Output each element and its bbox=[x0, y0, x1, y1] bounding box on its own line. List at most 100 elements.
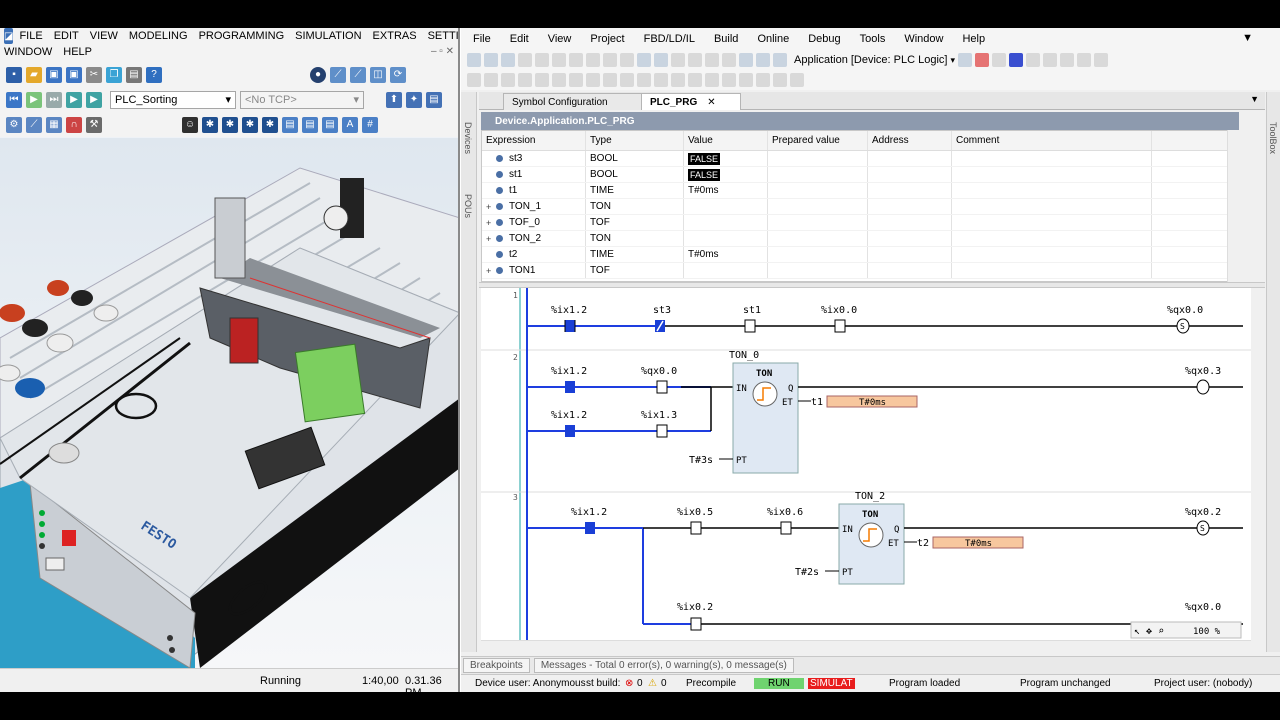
jog-icon[interactable]: ✦ bbox=[406, 91, 422, 108]
bookmark-next-icon[interactable] bbox=[688, 53, 702, 67]
col-type[interactable]: Type bbox=[586, 131, 684, 150]
ld-comment-icon[interactable] bbox=[705, 73, 719, 87]
ld-insert-coil-icon[interactable] bbox=[501, 73, 515, 87]
open-folder-icon[interactable]: ▰ bbox=[26, 66, 42, 83]
table-row[interactable]: + TOF_0 TOF bbox=[482, 215, 1230, 231]
wrench-icon[interactable]: ⚒ bbox=[86, 116, 102, 133]
toolbox-side-tab[interactable]: ToolBox bbox=[1268, 122, 1278, 154]
play-icon[interactable]: ▶ bbox=[26, 91, 42, 108]
menu-help[interactable]: Help bbox=[962, 33, 985, 45]
3d-viewport[interactable]: FESTO bbox=[0, 138, 458, 668]
table-row[interactable]: + TON_2 TON bbox=[482, 231, 1230, 247]
window-controls-icon[interactable]: – ▫ ✕ bbox=[431, 46, 454, 57]
cut-icon[interactable]: ✂ bbox=[86, 66, 102, 83]
copy-icon[interactable] bbox=[586, 53, 600, 67]
menu-tools[interactable]: Tools bbox=[860, 33, 886, 45]
filter-icon[interactable]: ▼ bbox=[1242, 32, 1253, 44]
contact-ix1-2-a[interactable] bbox=[565, 381, 575, 393]
prepared-value-cell[interactable] bbox=[768, 215, 868, 230]
open-project-icon[interactable] bbox=[484, 53, 498, 67]
ld-output-icon[interactable] bbox=[688, 73, 702, 87]
coil-qx0-2[interactable]: S bbox=[1196, 520, 1210, 536]
ld-insert-jump-icon[interactable] bbox=[552, 73, 566, 87]
expand-icon[interactable]: + bbox=[486, 266, 496, 276]
table-row[interactable]: st1 BOOL FALSE bbox=[482, 167, 1230, 183]
expand-icon[interactable]: + bbox=[486, 234, 496, 244]
delete-icon[interactable] bbox=[620, 53, 634, 67]
col-value[interactable]: Value bbox=[684, 131, 768, 150]
bug-2-icon[interactable]: ✱ bbox=[222, 116, 238, 133]
menu-modeling[interactable]: MODELING bbox=[129, 30, 188, 42]
find-icon[interactable] bbox=[637, 53, 651, 67]
redo-icon[interactable] bbox=[552, 53, 566, 67]
tab-breakpoints[interactable]: Breakpoints bbox=[463, 658, 530, 673]
table-row[interactable]: t2 TIME T#0ms bbox=[482, 247, 1230, 263]
tab-messages[interactable]: Messages - Total 0 error(s), 0 warning(s… bbox=[533, 658, 794, 673]
contact-ix0-6[interactable] bbox=[780, 521, 792, 535]
devices-side-tab[interactable]: Devices bbox=[463, 122, 473, 154]
coil-qx0-0[interactable]: S bbox=[1176, 318, 1190, 334]
contact-ix1-2[interactable] bbox=[564, 320, 576, 332]
chart-2-icon[interactable]: ⟋ bbox=[350, 66, 366, 83]
tool-c-icon[interactable]: ▦ bbox=[46, 116, 62, 133]
contact-qx0-0[interactable] bbox=[656, 380, 668, 394]
new-project-icon[interactable] bbox=[467, 53, 481, 67]
ld-label-icon[interactable] bbox=[722, 73, 736, 87]
step-out-icon[interactable] bbox=[1094, 53, 1108, 67]
menu-file[interactable]: FILE bbox=[19, 30, 42, 42]
ld-more-icon[interactable] bbox=[790, 73, 804, 87]
col-expression[interactable]: Expression bbox=[482, 131, 586, 150]
col-prepared-value[interactable]: Prepared value bbox=[768, 131, 868, 150]
ld-branch-icon[interactable] bbox=[654, 73, 668, 87]
ladder-editor[interactable]: 1 2 3 %ix1.2 st3 st1 %ix0.0 S %qx0.0 %ix… bbox=[481, 288, 1251, 644]
contact-st1[interactable] bbox=[744, 319, 756, 333]
prepared-value-cell[interactable] bbox=[768, 167, 868, 182]
contact-ix1-2-b[interactable] bbox=[565, 425, 575, 437]
replace-icon[interactable] bbox=[654, 53, 668, 67]
undo-icon[interactable] bbox=[535, 53, 549, 67]
ld-negate-icon[interactable] bbox=[586, 73, 600, 87]
tab-symbol-configuration[interactable]: Symbol Configuration bbox=[503, 93, 659, 110]
step-into-icon[interactable] bbox=[1077, 53, 1091, 67]
tool-a-icon[interactable]: ⚙ bbox=[6, 116, 22, 133]
expand-icon[interactable]: + bbox=[486, 202, 496, 212]
tool-b-icon[interactable]: ⟋ bbox=[26, 116, 42, 133]
bookmark-icon[interactable] bbox=[671, 53, 685, 67]
stop-icon[interactable] bbox=[1009, 53, 1023, 67]
table-row[interactable]: t1 TIME T#0ms bbox=[482, 183, 1230, 199]
start-icon[interactable] bbox=[992, 53, 1006, 67]
new-file-icon[interactable]: ▪ bbox=[6, 66, 22, 83]
watch-table-scrollbar[interactable] bbox=[1227, 130, 1239, 282]
contact-st3[interactable] bbox=[655, 320, 665, 332]
contact-ix0-2[interactable] bbox=[690, 617, 702, 631]
copy-icon[interactable]: ❐ bbox=[106, 66, 122, 83]
save-icon[interactable]: ▣ bbox=[46, 66, 62, 83]
prepared-value-cell[interactable] bbox=[768, 231, 868, 246]
rebuild-icon[interactable] bbox=[756, 53, 770, 67]
ld-insert-contact-icon[interactable] bbox=[484, 73, 498, 87]
save-project-icon[interactable] bbox=[501, 53, 515, 67]
menu-edit[interactable]: EDIT bbox=[54, 30, 79, 42]
menu-project[interactable]: Project bbox=[590, 33, 624, 45]
grid-icon[interactable]: # bbox=[362, 116, 378, 133]
paste-icon[interactable] bbox=[603, 53, 617, 67]
bookmark-prev-icon[interactable] bbox=[705, 53, 719, 67]
application-select[interactable]: Application [Device: PLC Logic] bbox=[794, 54, 947, 66]
ld-set-icon[interactable] bbox=[603, 73, 617, 87]
tab-list-icon[interactable]: ▼ bbox=[1250, 94, 1259, 104]
tab-plc-prg[interactable]: PLC_PRG ✕ bbox=[641, 93, 741, 110]
col-comment[interactable]: Comment bbox=[952, 131, 1152, 150]
menu-online[interactable]: Online bbox=[757, 33, 789, 45]
menu-window[interactable]: WINDOW bbox=[4, 46, 52, 58]
tcp-select[interactable]: <No TCP> ▾ bbox=[240, 90, 364, 109]
menu-fbd-ld-il[interactable]: FBD/LD/IL bbox=[644, 33, 695, 45]
sync-icon[interactable]: ⟳ bbox=[390, 66, 406, 83]
bug-3-icon[interactable]: ✱ bbox=[242, 116, 258, 133]
doc-icon[interactable]: ▤ bbox=[282, 116, 298, 133]
contact-ix1-3[interactable] bbox=[656, 424, 668, 438]
doc-3-icon[interactable]: ▤ bbox=[322, 116, 338, 133]
program-select[interactable]: PLC_Sorting ▾ bbox=[110, 90, 236, 109]
chart-icon[interactable]: ⟋ bbox=[330, 66, 346, 83]
close-icon[interactable]: ✕ bbox=[707, 97, 715, 108]
print-icon[interactable] bbox=[518, 53, 532, 67]
